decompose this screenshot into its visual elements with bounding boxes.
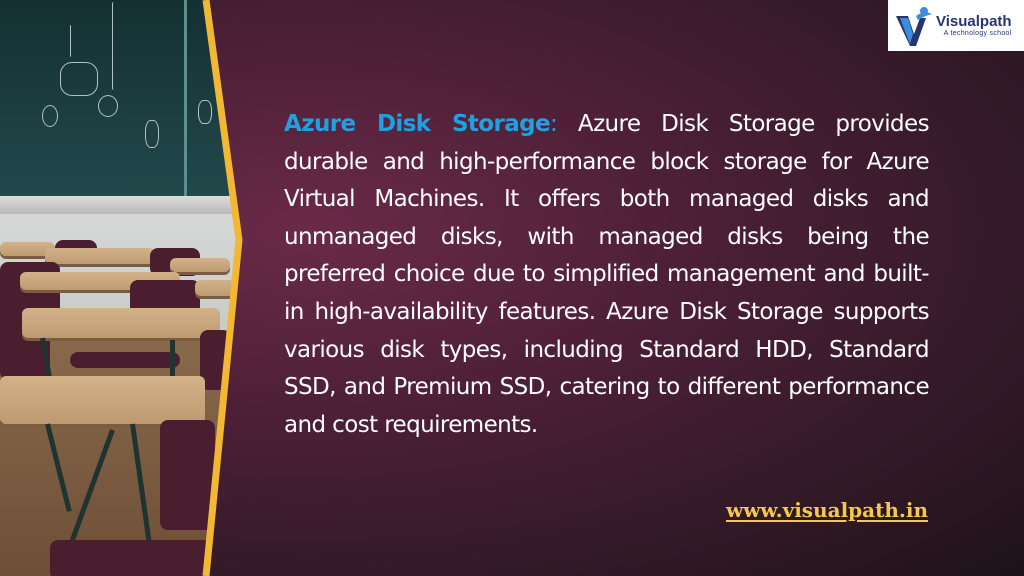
classroom-photo [0,0,238,576]
website-link[interactable]: www.visualpath.in [726,498,928,522]
content-heading: Azure Disk Storage [284,111,551,137]
content-body: Azure Disk Storage provides durable and … [284,111,930,438]
board-frame [184,0,187,200]
logo-tagline: A technology school [943,30,1012,37]
logo-v-icon [894,4,934,48]
visualpath-logo[interactable]: Visualpath A technology school [888,0,1024,51]
content-paragraph: Azure Disk Storage: Azure Disk Storage p… [284,106,930,444]
logo-name: Visualpath [936,13,1012,30]
chalkboard [0,0,238,214]
chalk-tray [0,196,238,214]
